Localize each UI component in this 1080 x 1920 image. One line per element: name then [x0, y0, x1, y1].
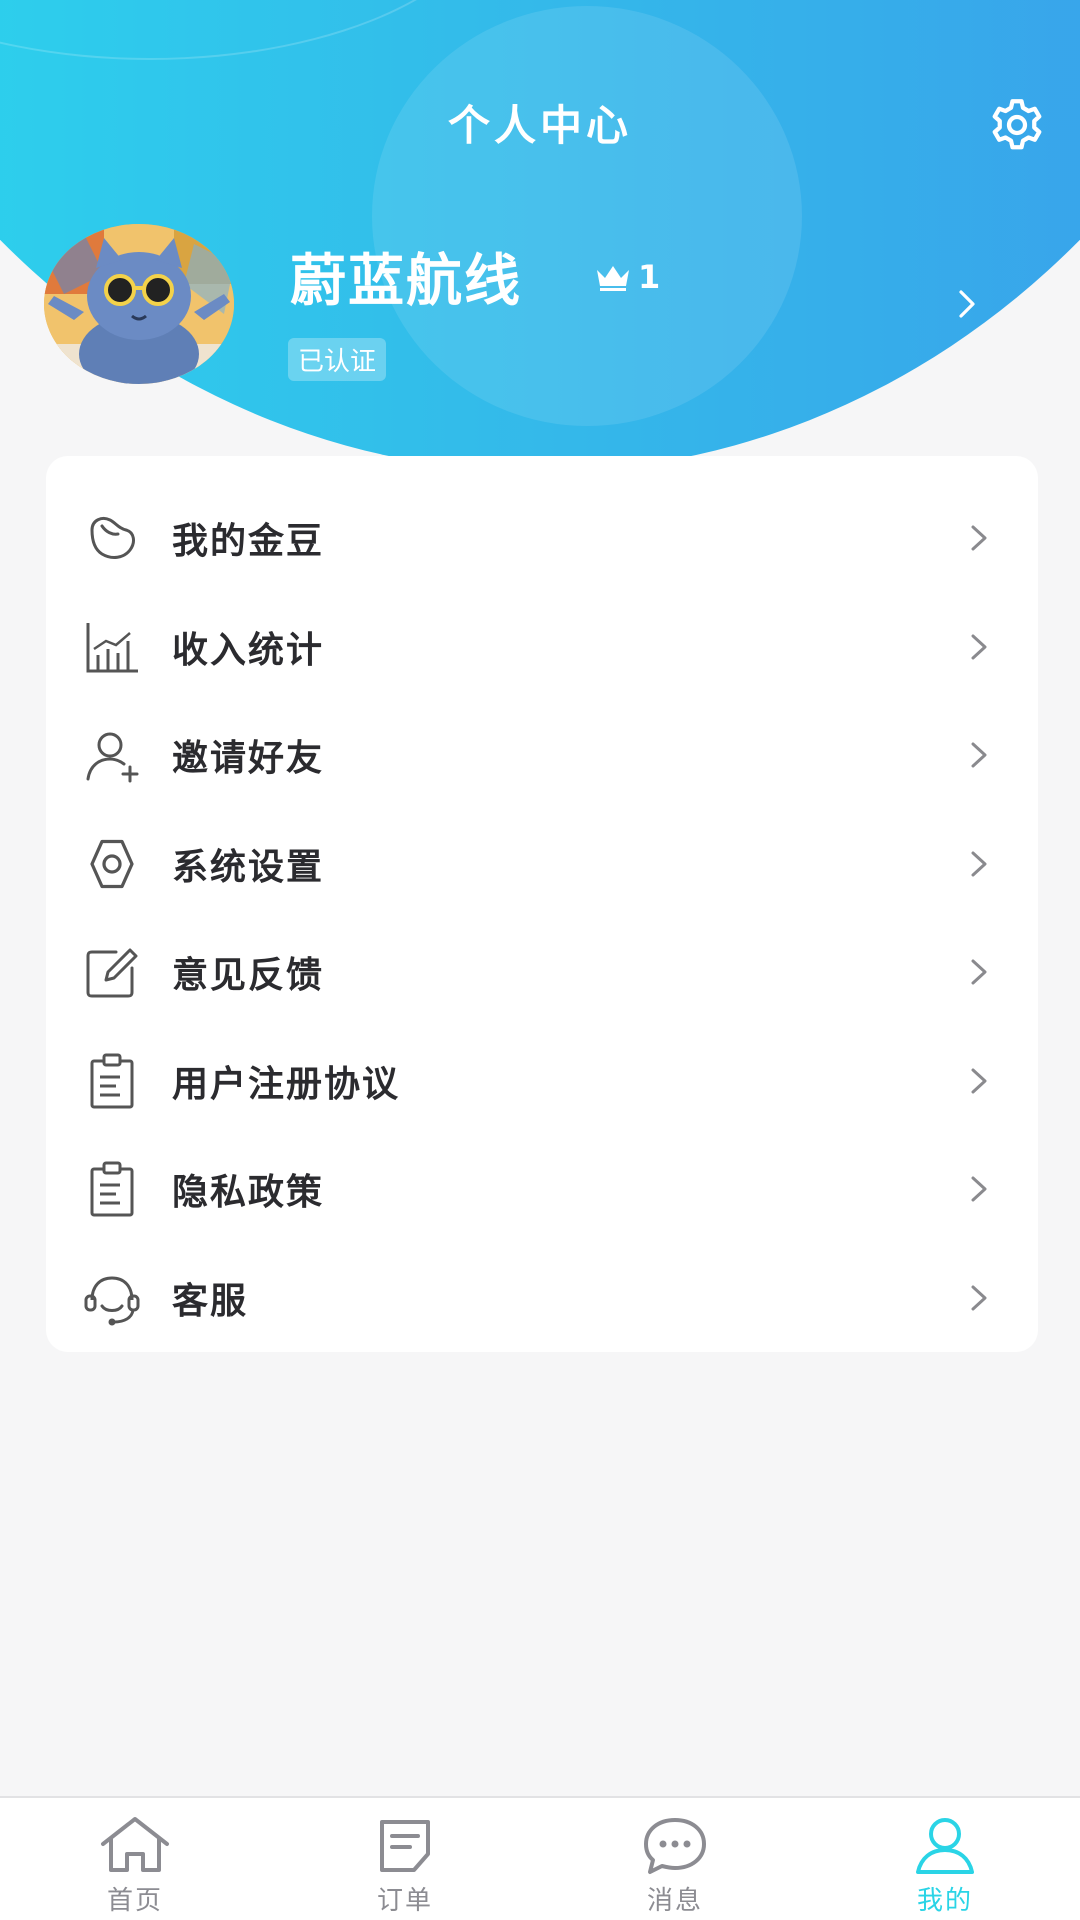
tab-label: 消息 — [646, 1886, 703, 1916]
menu-item-feedback[interactable]: 意见反馈 — [46, 918, 1038, 1027]
tab-label: 订单 — [376, 1886, 433, 1916]
home-icon — [101, 1817, 169, 1872]
bottom-tab-bar: 首页 订单 消息 我的 — [0, 1796, 1080, 1920]
message-icon — [644, 1818, 706, 1874]
menu-item-label: 系统设置 — [172, 846, 325, 888]
menu-item-label: 邀请好友 — [172, 738, 325, 780]
tab-label: 首页 — [106, 1886, 163, 1916]
chevron-right-icon — [971, 959, 987, 985]
menu-card: 我的金豆 收入统计 邀请好友 系统设置 意见反馈 用户注册协议 隐私政策 客服 — [46, 456, 1038, 1352]
menu-item-label: 收入统计 — [172, 629, 325, 671]
menu-item-label: 我的金豆 — [172, 521, 325, 563]
gear-icon — [90, 839, 134, 888]
avatar-image — [44, 224, 234, 384]
user-plus-icon — [86, 732, 139, 783]
tab-label: 我的 — [916, 1886, 973, 1916]
user-name: 蔚蓝航线 — [290, 249, 522, 314]
settings-button[interactable] — [984, 92, 1050, 158]
menu-item-label: 客服 — [172, 1280, 249, 1322]
menu-item-label: 隐私政策 — [172, 1172, 325, 1214]
headset-icon — [84, 1276, 140, 1326]
avatar[interactable] — [44, 224, 234, 384]
menu-item-privacy-policy[interactable]: 隐私政策 — [46, 1135, 1038, 1244]
bean-icon — [90, 517, 135, 560]
menu-item-user-agreement[interactable]: 用户注册协议 — [46, 1027, 1038, 1136]
gear-icon — [992, 99, 1042, 150]
level-badge: 1 — [594, 258, 660, 296]
chevron-right-icon — [971, 634, 987, 660]
crown-icon — [597, 266, 629, 291]
order-icon — [380, 1820, 430, 1872]
tab-home[interactable]: 首页 — [0, 1798, 270, 1920]
tab-orders[interactable]: 订单 — [270, 1798, 540, 1920]
menu-item-invite-friends[interactable]: 邀请好友 — [46, 701, 1038, 810]
menu-item-label: 用户注册协议 — [172, 1063, 401, 1105]
menu-item-customer-service[interactable]: 客服 — [46, 1244, 1038, 1353]
level-number: 1 — [638, 258, 661, 296]
clipboard-icon — [90, 1161, 134, 1217]
profile-header: 个人中心 蔚蓝航线 1 已认证 — [0, 0, 1080, 520]
tab-mine[interactable]: 我的 — [810, 1798, 1080, 1920]
edit-icon — [86, 948, 138, 998]
chevron-right-icon — [959, 290, 975, 318]
bar-chart-icon — [86, 622, 138, 673]
chevron-right-icon — [971, 525, 987, 551]
chevron-right-icon — [971, 1068, 987, 1094]
tab-messages[interactable]: 消息 — [540, 1798, 810, 1920]
verified-badge: 已认证 — [288, 338, 387, 381]
menu-item-gold-beans[interactable]: 我的金豆 — [46, 484, 1038, 593]
profile-link[interactable]: 蔚蓝航线 1 已认证 — [280, 220, 1000, 390]
menu-item-label: 意见反馈 — [172, 955, 325, 997]
menu-item-system-settings[interactable]: 系统设置 — [46, 810, 1038, 919]
clipboard-icon — [90, 1053, 134, 1109]
chevron-right-icon — [971, 1285, 987, 1311]
user-icon — [916, 1818, 974, 1874]
chevron-right-icon — [971, 851, 987, 877]
page-title: 个人中心 — [447, 101, 632, 150]
menu-item-income-stats[interactable]: 收入统计 — [46, 593, 1038, 702]
chevron-right-icon — [971, 742, 987, 768]
chevron-right-icon — [971, 1176, 987, 1202]
